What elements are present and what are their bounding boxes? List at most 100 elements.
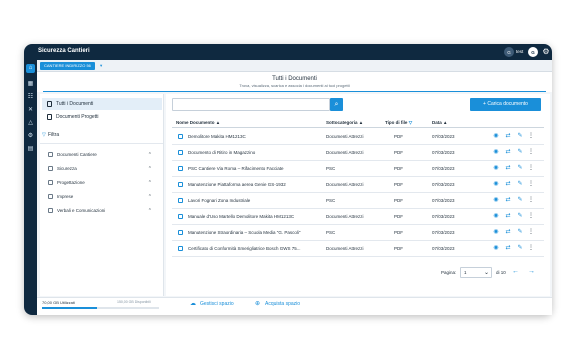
chevron-up-icon[interactable]: ⌃ bbox=[148, 178, 152, 188]
link-icon[interactable]: ⇄ bbox=[504, 196, 512, 205]
edit-icon[interactable]: ✎ bbox=[516, 148, 524, 157]
cell-filetype: PDF bbox=[394, 230, 403, 235]
filter-imprese[interactable]: Imprese ⌃ bbox=[48, 192, 152, 202]
link-icon[interactable]: ⇄ bbox=[504, 132, 512, 141]
row-checkbox[interactable] bbox=[178, 230, 183, 235]
filter-verbali[interactable]: Verbali e Comunicazioni ⌃ bbox=[48, 206, 152, 216]
checkbox[interactable] bbox=[48, 166, 53, 171]
filter-item-label: Progettazione bbox=[57, 180, 85, 185]
buy-space-link[interactable]: Acquista spazio bbox=[265, 301, 300, 307]
pager-label: Pagina: bbox=[441, 270, 457, 275]
more-icon[interactable]: ⋮ bbox=[527, 180, 535, 189]
chevron-up-icon[interactable]: ⌃ bbox=[148, 150, 152, 160]
cell-date: 07/03/2023 bbox=[432, 246, 455, 251]
edit-icon[interactable]: ✎ bbox=[516, 244, 524, 253]
cell-filetype: PDF bbox=[394, 182, 403, 187]
filter-item-label: Verbali e Comunicazioni bbox=[57, 208, 106, 213]
view-icon[interactable]: ◉ bbox=[492, 212, 500, 221]
view-icon[interactable]: ◉ bbox=[492, 228, 500, 237]
upload-document-button[interactable]: + Carica documento bbox=[470, 98, 541, 111]
search-button[interactable]: ⌕ bbox=[330, 98, 343, 111]
col-label: Nome Documento bbox=[176, 120, 215, 125]
more-icon[interactable]: ⋮ bbox=[527, 164, 535, 173]
storage-footer: 70,00 GB Utilizzati 150,00 GB Disponibil… bbox=[37, 297, 552, 315]
cell-filetype: PDF bbox=[394, 246, 403, 251]
link-icon[interactable]: ⇄ bbox=[504, 164, 512, 173]
more-icon[interactable]: ⋮ bbox=[527, 228, 535, 237]
table-row[interactable]: Manutenzione Straordinaria – Scuola Medi… bbox=[172, 225, 544, 241]
link-icon[interactable]: ⇄ bbox=[504, 180, 512, 189]
link-icon[interactable]: ⇄ bbox=[504, 148, 512, 157]
more-icon[interactable]: ⋮ bbox=[527, 196, 535, 205]
col-header-date[interactable]: Data ▲ bbox=[432, 120, 448, 125]
table-row[interactable]: Demolitore Makita HM1213C Documenti Attre… bbox=[172, 129, 544, 145]
storage-bar-fill bbox=[42, 307, 97, 309]
filter-sicurezza[interactable]: Sicurezza ⌃ bbox=[48, 164, 152, 174]
checkbox[interactable] bbox=[48, 194, 53, 199]
cell-subcategory: Documenti Attrezzi bbox=[326, 150, 364, 155]
view-icon[interactable]: ◉ bbox=[492, 244, 500, 253]
add-circle-icon: ⊕ bbox=[255, 301, 261, 307]
table-row[interactable]: Lavori Fognari Zona Industriale PSC PDF 07/… bbox=[172, 193, 544, 209]
row-checkbox[interactable] bbox=[178, 134, 183, 139]
storage-bar bbox=[42, 307, 159, 309]
view-icon[interactable]: ◉ bbox=[492, 196, 500, 205]
col-header-name[interactable]: Nome Documento ▲ bbox=[176, 120, 220, 125]
chevron-up-icon[interactable]: ⌃ bbox=[148, 192, 152, 202]
arrow-left-icon[interactable]: ← bbox=[512, 268, 519, 275]
edit-icon[interactable]: ✎ bbox=[516, 212, 524, 221]
more-icon[interactable]: ⋮ bbox=[527, 148, 535, 157]
row-checkbox[interactable] bbox=[178, 198, 183, 203]
table-row[interactable]: Manuale d'Uso Martello Demolitore Makita… bbox=[172, 209, 544, 225]
page-select[interactable]: 1 ⌄ bbox=[460, 267, 492, 278]
checkbox[interactable] bbox=[48, 152, 53, 157]
view-icon[interactable]: ◉ bbox=[492, 164, 500, 173]
chevron-up-icon[interactable]: ⌃ bbox=[148, 206, 152, 216]
nav-label: Tutti i Documenti bbox=[56, 101, 94, 107]
table-row[interactable]: PSC Cantiere Via Roma – Rifacimento Facc… bbox=[172, 161, 544, 177]
link-icon[interactable]: ⇄ bbox=[504, 244, 512, 253]
edit-icon[interactable]: ✎ bbox=[516, 180, 524, 189]
row-checkbox[interactable] bbox=[178, 150, 183, 155]
filter-progettazione[interactable]: Progettazione ⌃ bbox=[48, 178, 152, 188]
checkbox[interactable] bbox=[48, 180, 53, 185]
view-icon[interactable]: ◉ bbox=[492, 132, 500, 141]
pagination: Pagina: 1 ⌄ di 10 ← → bbox=[166, 266, 550, 280]
edit-icon[interactable]: ✎ bbox=[516, 228, 524, 237]
filter-documenti-cantiere[interactable]: Documenti Cantiere ⌃ bbox=[48, 150, 152, 160]
storage-used: 70,00 GB Utilizzati bbox=[42, 300, 75, 305]
nav-project-documents[interactable]: Documenti Progetti bbox=[42, 111, 162, 123]
table-row[interactable]: Manutenzione Piattaforma aerea Genie GS-… bbox=[172, 177, 544, 193]
cell-filetype: PDF bbox=[394, 198, 403, 203]
more-icon[interactable]: ⋮ bbox=[527, 212, 535, 221]
table-row[interactable]: Documento di Ritiro in Magazzino Document… bbox=[172, 145, 544, 161]
row-checkbox[interactable] bbox=[178, 246, 183, 251]
more-icon[interactable]: ⋮ bbox=[527, 244, 535, 253]
chevron-up-icon[interactable]: ⌃ bbox=[148, 164, 152, 174]
col-header-filetype[interactable]: Tipo di file ▽ bbox=[385, 120, 412, 126]
edit-icon[interactable]: ✎ bbox=[516, 164, 524, 173]
cell-date: 07/03/2023 bbox=[432, 182, 455, 187]
more-icon[interactable]: ⋮ bbox=[527, 132, 535, 141]
sort-asc-icon: ▲ bbox=[358, 120, 364, 125]
view-icon[interactable]: ◉ bbox=[492, 180, 500, 189]
cell-filetype: PDF bbox=[394, 150, 403, 155]
arrow-right-icon[interactable]: → bbox=[528, 268, 535, 275]
nav-all-documents[interactable]: Tutti i Documenti bbox=[42, 98, 162, 110]
edit-icon[interactable]: ✎ bbox=[516, 132, 524, 141]
col-header-subcategory[interactable]: Sottocategoria ▲ bbox=[326, 120, 363, 125]
link-icon[interactable]: ⇄ bbox=[504, 212, 512, 221]
filter-divider bbox=[40, 143, 163, 144]
view-icon[interactable]: ◉ bbox=[492, 148, 500, 157]
link-icon[interactable]: ⇄ bbox=[504, 228, 512, 237]
table-row[interactable]: Certificato di Conformità Smerigliatrice… bbox=[172, 241, 544, 257]
search-input[interactable] bbox=[172, 98, 330, 111]
cell-name: PSC Cantiere Via Roma – Rifacimento Facc… bbox=[188, 166, 284, 171]
row-checkbox[interactable] bbox=[178, 166, 183, 171]
edit-icon[interactable]: ✎ bbox=[516, 196, 524, 205]
row-checkbox[interactable] bbox=[178, 182, 183, 187]
row-checkbox[interactable] bbox=[178, 214, 183, 219]
filter-label: Filtra bbox=[48, 132, 60, 138]
manage-space-link[interactable]: Gestisci spazio bbox=[200, 301, 234, 307]
checkbox[interactable] bbox=[48, 208, 53, 213]
